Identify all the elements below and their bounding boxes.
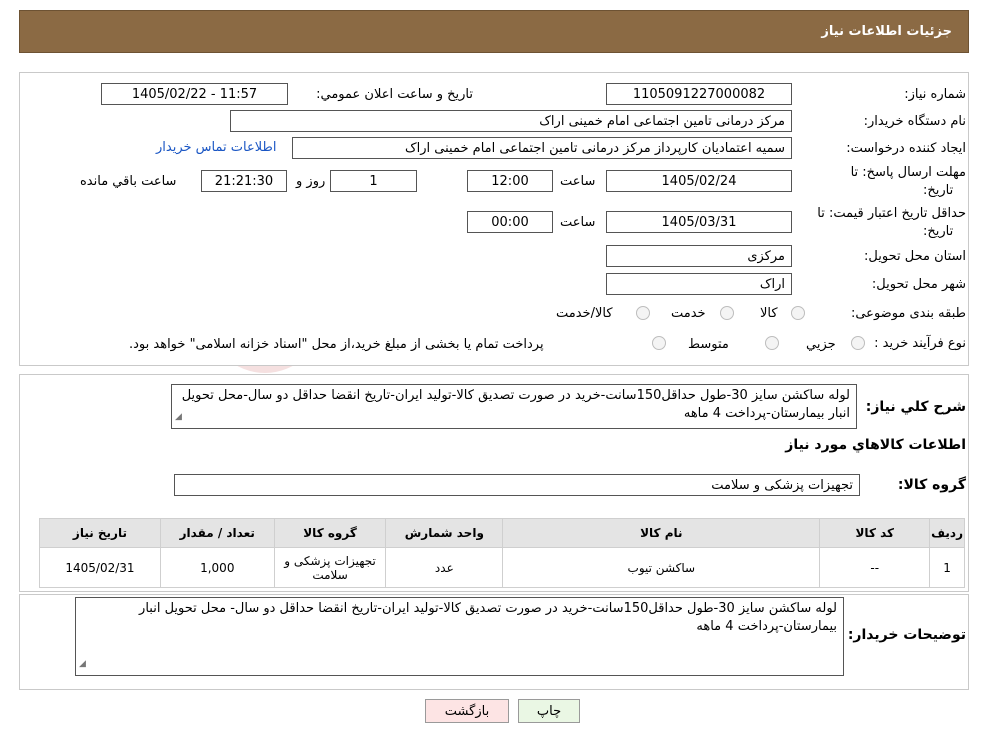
city-label: شهر محل تحویل: (871, 277, 966, 292)
days-label: روز و (296, 174, 326, 189)
process-label: نوع فرآیند خرید : (874, 336, 966, 351)
buyer-notes-label: توضیحات خریدار: (847, 627, 966, 643)
deadline-label: مهلت ارسال پاسخ: تا (850, 165, 966, 180)
goods-info-title: اطلاعات کالاهاي مورد نیاز (785, 437, 966, 453)
buyer-org-field: مرکز درمانی تامین اجتماعی امام خمینی ارا… (230, 110, 792, 132)
buyer-contact-link[interactable]: اطلاعات تماس خریدار (156, 140, 276, 155)
resize-grip-icon[interactable]: ◢ (79, 655, 86, 673)
city-field: اراک (606, 273, 792, 295)
table-header-row: ردیف کد کالا نام کالا واحد شمارش گروه کا… (39, 518, 965, 548)
category-radio-goods[interactable] (791, 306, 805, 320)
category-radio-goods-service[interactable] (636, 306, 650, 320)
process-option-minor: جزیي (806, 337, 836, 352)
column-header: نام کالا (502, 518, 821, 548)
column-header: کد کالا (819, 518, 931, 548)
category-option-goods-service: کالا/خدمت (556, 306, 613, 321)
item-name-cell: ساکشن تیوب (502, 547, 821, 588)
items-table-wrap: ردیف کد کالا نام کالا واحد شمارش گروه کا… (39, 518, 965, 588)
category-option-goods: کالا (760, 306, 778, 321)
summary-text: لوله ساکشن سایز 30-طول حداقل150سانت-خرید… (181, 388, 850, 421)
days-field: 1 (330, 170, 417, 192)
summary-textarea[interactable]: لوله ساکشن سایز 30-طول حداقل150سانت-خرید… (171, 384, 857, 429)
column-header: واحد شمارش (385, 518, 504, 548)
validity-label-date: تاریخ: (923, 224, 954, 239)
column-header: گروه کالا (273, 518, 387, 548)
validity-date-field: 1405/03/31 (606, 211, 792, 233)
group-cell: تجهیزات پزشکی و سلامت (273, 547, 387, 588)
creator-label: ایجاد کننده درخواست: (846, 141, 966, 156)
deadline-time-label: ساعت (560, 174, 596, 189)
category-option-service: خدمت (671, 306, 706, 321)
announce-label: تاریخ و ساعت اعلان عمومي: (316, 87, 473, 102)
summary-label: شرح کلي نیاز: (865, 399, 966, 415)
item-code-cell: -- (819, 547, 931, 588)
province-field: مرکزی (606, 245, 792, 267)
buyer-notes-textarea[interactable]: لوله ساکشن سایز 30-طول حداقل150سانت-خرید… (75, 597, 844, 676)
items-table: ردیف کد کالا نام کالا واحد شمارش گروه کا… (39, 518, 965, 588)
creator-field: سمیه اعتمادیان کارپرداز مرکز درمانی تامی… (292, 137, 792, 159)
announce-field: 1405/02/22 - 11:57 (101, 83, 288, 105)
deadline-label-date: تاریخ: (923, 183, 954, 198)
validity-time-field: 00:00 (467, 211, 553, 233)
validity-time-label: ساعت (560, 215, 596, 230)
process-payment-checkbox[interactable] (652, 336, 666, 350)
row-number-cell: 1 (929, 547, 965, 588)
need-number-label: شماره نیاز: (904, 87, 966, 102)
page-title: جزئیات اطلاعات نیاز (821, 24, 952, 39)
remaining-time-field: 21:21:30 (201, 170, 287, 192)
process-radio-minor[interactable] (851, 336, 865, 350)
need-date-cell: 1405/02/31 (39, 547, 161, 588)
page-header: جزئیات اطلاعات نیاز (19, 10, 969, 53)
process-option-medium: متوسط (688, 337, 729, 352)
category-label: طبقه بندی موضوعی: (850, 306, 966, 321)
back-button[interactable]: بازگشت (425, 699, 509, 723)
province-label: استان محل تحویل: (864, 249, 966, 264)
deadline-date-field: 1405/02/24 (606, 170, 792, 192)
validity-label: حداقل تاریخ اعتبار قیمت: تا (817, 206, 966, 221)
category-radio-service[interactable] (720, 306, 734, 320)
unit-cell: عدد (385, 547, 504, 588)
buyer-org-label: نام دستگاه خریدار: (863, 114, 966, 129)
deadline-time-field: 12:00 (467, 170, 553, 192)
resize-grip-icon[interactable]: ◢ (175, 408, 182, 426)
buyer-notes-text: لوله ساکشن سایز 30-طول حداقل150سانت-خرید… (139, 601, 837, 634)
process-payment-note: پرداخت تمام یا بخشی از مبلغ خرید،از محل … (129, 337, 544, 352)
print-button[interactable]: چاپ (518, 699, 580, 723)
goods-group-field: تجهیزات پزشکی و سلامت (174, 474, 860, 496)
column-header: تاریخ نیاز (39, 518, 161, 548)
column-header: تعداد / مقدار (159, 518, 275, 548)
process-radio-medium[interactable] (765, 336, 779, 350)
goods-group-label: گروه کالا: (897, 477, 966, 493)
quantity-cell: 1,000 (159, 547, 275, 588)
need-number-field: 1105091227000082 (606, 83, 792, 105)
column-header: ردیف (929, 518, 965, 548)
table-row: 1 -- ساکشن تیوب عدد تجهیزات پزشکی و سلام… (39, 547, 965, 588)
remaining-label: ساعت باقي مانده (80, 174, 177, 189)
